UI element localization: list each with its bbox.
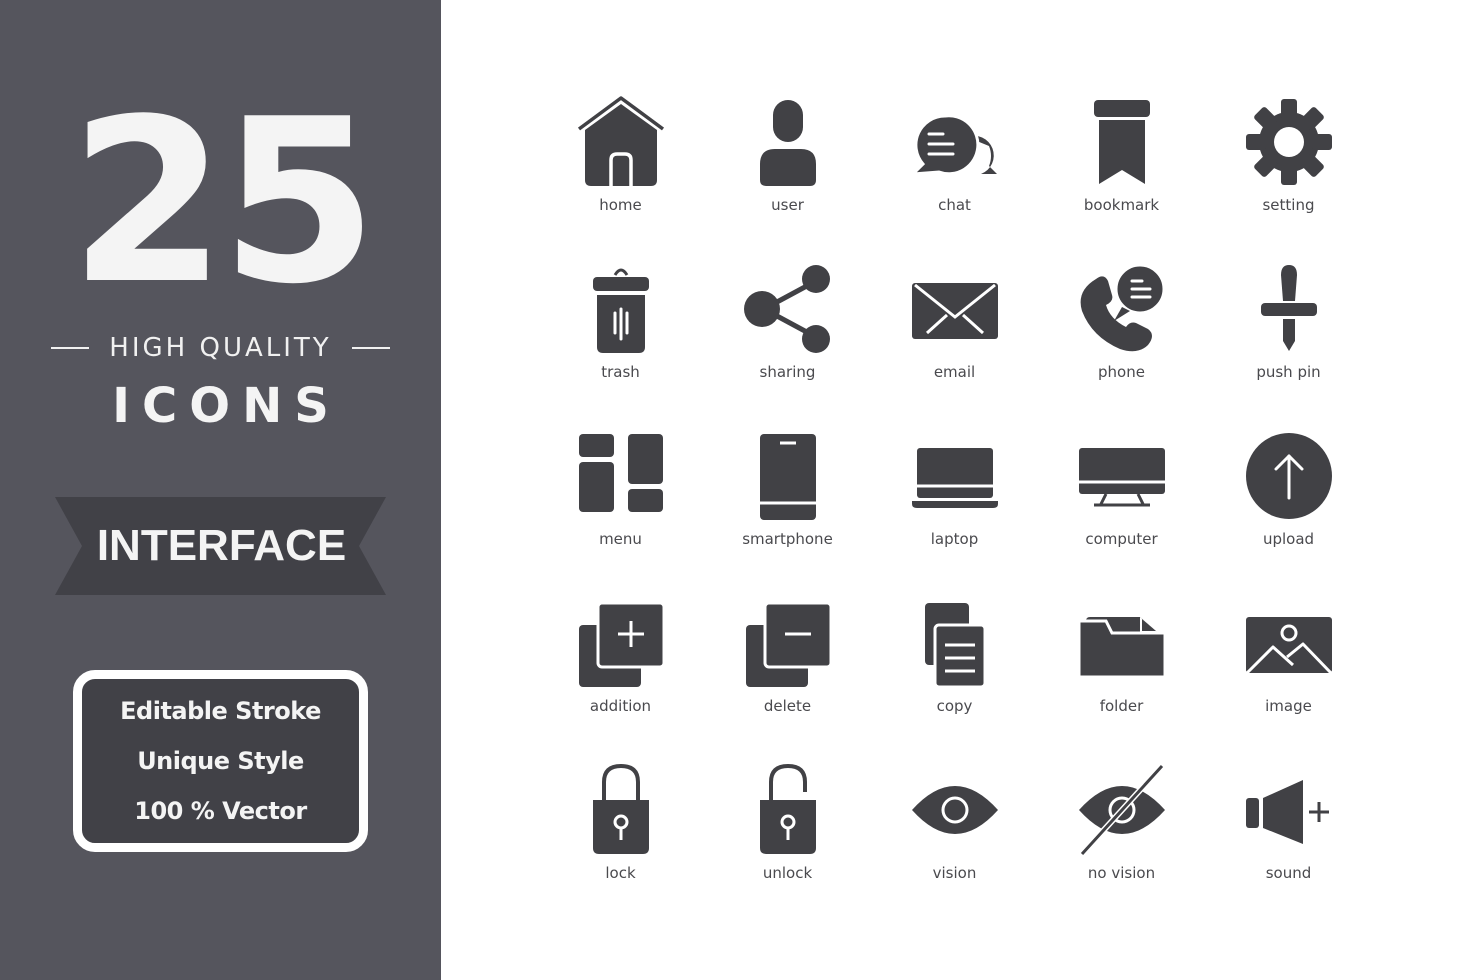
icon-label: copy [936,697,973,715]
icon-tile-sound: sound [1205,760,1372,927]
features-box: Editable Stroke Unique Style 100 % Vecto… [73,670,368,852]
laptop-icon [911,448,998,508]
subtitle: HIGH QUALITY [109,333,332,363]
icon-tile-unlock: unlock [704,760,871,927]
category-label: INTERFACE [96,521,347,570]
image-icon [1245,617,1332,675]
icon-label: image [1265,697,1312,715]
divider-right [351,347,390,349]
icon-tile-menu: menu [537,426,704,593]
icon-label: addition [589,697,652,715]
sidebar-banner: 25 HIGH QUALITY ICONS INTERFACE Editable… [0,0,441,980]
subtitle-row: HIGH QUALITY [0,330,441,366]
icon-tile-sharing: sharing [704,259,871,426]
menu-icon [578,434,663,512]
icon-tile-computer: computer [1038,426,1205,593]
icon-label: setting [1262,196,1315,214]
icon-tile-folder: folder [1038,593,1205,760]
icon-tile-copy: copy [871,593,1038,760]
icon-grid: home user chat bookmark setting trash sh… [537,92,1372,927]
folder-icon [1077,617,1166,679]
icon-tile-laptop: laptop [871,426,1038,593]
user-icon [759,100,816,186]
icon-label: push pin [1256,363,1321,381]
phone-icon [1080,263,1165,352]
icon-label: menu [599,530,642,548]
icon-label: unlock [762,864,813,882]
icon-label: computer [1085,530,1158,548]
icon-tile-push-pin: push pin [1205,259,1372,426]
icon-tile-setting: setting [1205,92,1372,259]
feature-item: Unique Style [137,747,304,775]
envelope-icon [911,283,998,339]
remove-copy-icon [745,601,832,687]
icon-label: upload [1262,530,1315,548]
icon-label: sound [1265,864,1312,882]
icon-label: sharing [759,363,816,381]
icon-label: chat [938,196,971,214]
volume-up-icon [1245,780,1329,844]
unlock-icon [759,763,816,854]
icon-tile-home: home [537,92,704,259]
share-icon [743,265,830,353]
icon-label: delete [763,697,812,715]
icon-tile-no-vision: no vision [1038,760,1205,927]
icon-label: no vision [1087,864,1156,882]
icon-label: vision [932,864,977,882]
add-copy-icon [578,601,665,687]
icon-tile-lock: lock [537,760,704,927]
bookmark-icon [1093,100,1150,184]
banner-title: ICONS [112,378,341,434]
icon-label: folder [1099,697,1144,715]
eye-off-icon [1078,763,1165,856]
icon-tile-email: email [871,259,1038,426]
feature-item: Editable Stroke [120,697,321,725]
icon-tile-chat: chat [871,92,1038,259]
eye-icon [911,786,998,834]
icon-label: bookmark [1083,196,1160,214]
push-pin-icon [1260,265,1317,351]
icon-label: lock [605,864,636,882]
icon-label: smartphone [742,530,833,548]
home-icon [577,96,664,186]
icon-label: user [771,196,804,214]
icon-tile-upload: upload [1205,426,1372,593]
icon-count: 25 [69,71,378,334]
upload-icon [1245,433,1332,519]
computer-icon [1078,448,1165,507]
divider-left [51,347,90,349]
icon-label: phone [1098,363,1145,381]
icon-tile-smartphone: smartphone [704,426,871,593]
icon-tile-phone: phone [1038,259,1205,426]
feature-item: 100 % Vector [134,797,307,825]
icon-label: home [599,196,642,214]
icon-label: trash [601,363,640,381]
icon-label: laptop [930,530,979,548]
gear-icon [1245,99,1332,185]
icon-tile-addition: addition [537,593,704,760]
icon-tile-bookmark: bookmark [1038,92,1205,259]
icon-tile-delete: delete [704,593,871,760]
trash-icon [592,268,649,353]
icon-tile-image: image [1205,593,1372,760]
icon-tile-trash: trash [537,259,704,426]
smartphone-icon [759,434,816,520]
lock-icon [592,763,649,854]
icon-tile-vision: vision [871,760,1038,927]
category-ribbon: INTERFACE [55,497,386,595]
icon-label: email [933,363,976,381]
chat-icon [908,114,997,176]
copy-icon [924,603,986,689]
icon-tile-user: user [704,92,871,259]
